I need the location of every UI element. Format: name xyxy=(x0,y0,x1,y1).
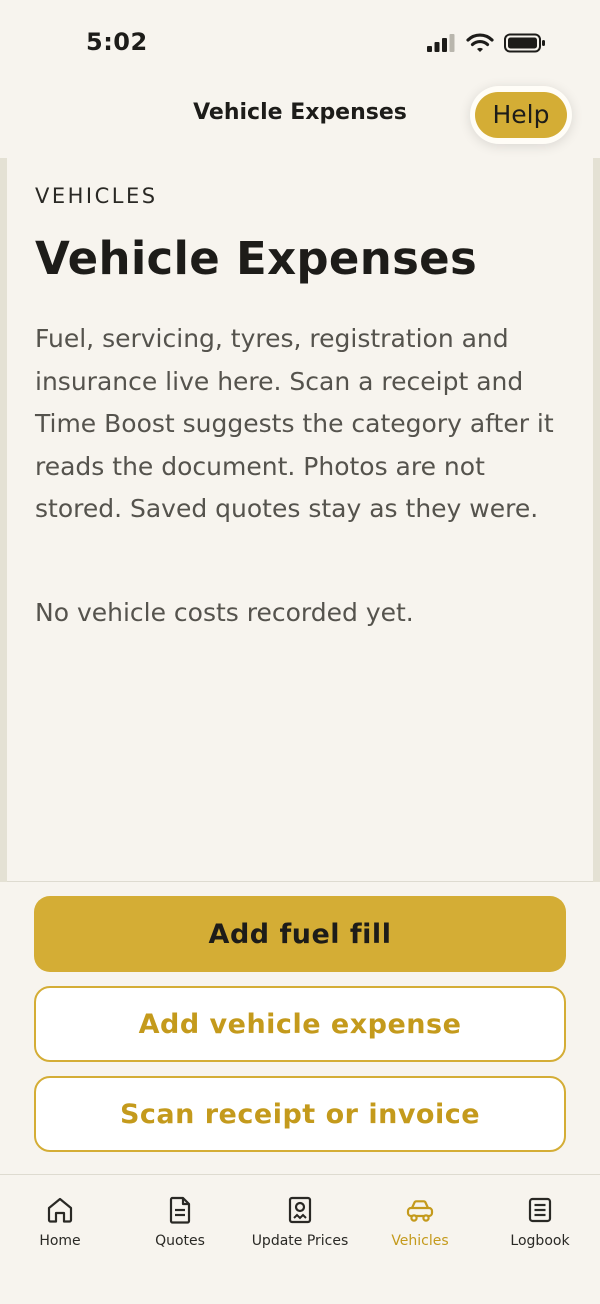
action-panel: Add fuel fill Add vehicle expense Scan r… xyxy=(0,882,600,1174)
tab-vehicles-label: Vehicles xyxy=(391,1233,449,1249)
car-icon xyxy=(406,1200,434,1222)
receipt-icon xyxy=(288,1196,312,1224)
tab-vehicles[interactable]: Vehicles xyxy=(360,1195,480,1249)
content-area: VEHICLES Vehicle Expenses Fuel, servicin… xyxy=(0,158,600,882)
tab-home-label: Home xyxy=(39,1233,81,1249)
empty-state-message: No vehicle costs recorded yet. xyxy=(35,598,414,627)
tab-logbook-label: Logbook xyxy=(510,1233,570,1249)
tab-home[interactable]: Home xyxy=(0,1195,120,1249)
status-icons xyxy=(426,33,546,53)
tab-quotes-label: Quotes xyxy=(155,1233,205,1249)
screen: 5:02 Vehicle Expenses Help VEHICLES Vehi… xyxy=(0,0,600,1304)
status-bar: 5:02 xyxy=(0,0,600,88)
tab-logbook[interactable]: Logbook xyxy=(480,1195,600,1249)
add-vehicle-expense-button[interactable]: Add vehicle expense xyxy=(34,986,566,1062)
help-button[interactable]: Help xyxy=(470,86,572,144)
scan-receipt-button[interactable]: Scan receipt or invoice xyxy=(34,1076,566,1152)
battery-icon xyxy=(504,33,545,53)
add-fuel-fill-button[interactable]: Add fuel fill xyxy=(34,896,566,972)
status-time: 5:02 xyxy=(86,28,148,56)
tab-update-prices[interactable]: Update Prices xyxy=(240,1195,360,1249)
help-button-label: Help xyxy=(475,92,567,138)
page-description: Fuel, servicing, tyres, registration and… xyxy=(35,324,554,524)
page-title: Vehicle Expenses xyxy=(35,232,478,285)
section-eyebrow: VEHICLES xyxy=(35,184,158,208)
wifi-icon xyxy=(466,33,494,52)
tab-bar: Home Quotes Update Prices Vehicles Logbo… xyxy=(0,1174,600,1304)
tab-update-prices-label: Update Prices xyxy=(251,1233,349,1249)
document-icon xyxy=(169,1196,191,1224)
tab-quotes[interactable]: Quotes xyxy=(120,1195,240,1249)
cellular-signal-icon xyxy=(427,34,455,52)
home-icon xyxy=(47,1197,73,1223)
logbook-icon xyxy=(528,1197,552,1223)
nav-header: Vehicle Expenses Help xyxy=(0,86,600,158)
